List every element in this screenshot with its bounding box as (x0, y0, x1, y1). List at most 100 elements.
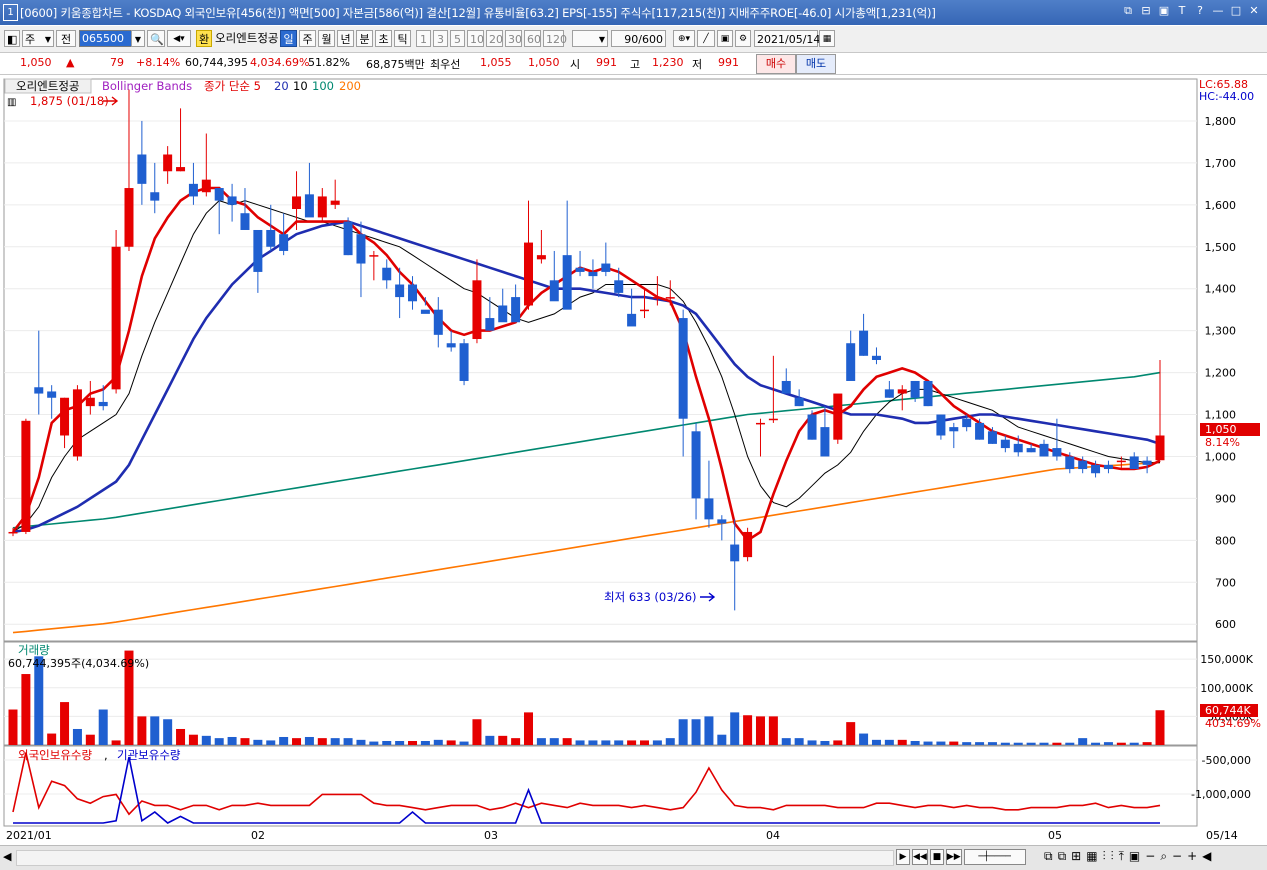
interval-120[interactable]: 120 (543, 30, 567, 47)
date-field[interactable]: 2021/05/14 (754, 30, 820, 47)
tab-period-초[interactable]: 초 (375, 30, 392, 47)
market-type-select[interactable]: 주 ▼ (22, 30, 54, 47)
hwan-button[interactable]: 환 (196, 30, 212, 47)
window-control-4-icon[interactable]: ? (1193, 4, 1207, 18)
crosshair-icon[interactable]: ⊕▾ (673, 30, 695, 47)
candle-body (755, 422, 765, 425)
candle-body (8, 531, 18, 534)
volume-bar (266, 740, 276, 745)
interval-60[interactable]: 60 (524, 30, 541, 47)
min-annotation: 최저 633 (03/26) (604, 590, 697, 604)
stop-icon[interactable]: ■ (929, 849, 944, 865)
volume-bar (446, 740, 456, 745)
tab-period-년[interactable]: 년 (337, 30, 354, 47)
search-icon[interactable]: 🔍 (147, 30, 165, 47)
fast-forward-icon[interactable]: ▶▶ (945, 849, 962, 865)
image-icon[interactable]: ▣ (717, 30, 733, 47)
tab-period-주[interactable]: 주 (299, 30, 316, 47)
window-control-6-icon[interactable]: □ (1229, 4, 1243, 18)
tab-period-일[interactable]: 일 (280, 30, 297, 47)
chart-type-icon[interactable]: ◧ (4, 30, 20, 47)
candle-body (665, 297, 675, 299)
chart-view-icon[interactable]: ▦ (1086, 849, 1097, 864)
buy-button[interactable]: 매수 (756, 54, 796, 74)
volume-bar (1026, 742, 1036, 745)
volume-bar (1000, 742, 1010, 745)
horizontal-scrollbar[interactable] (16, 850, 894, 866)
tab-period-틱[interactable]: 틱 (394, 30, 411, 47)
candle-body (949, 427, 959, 432)
capture-icon[interactable]: ▣ (1129, 849, 1140, 864)
interval-select[interactable]: ▼ (572, 30, 608, 47)
sell-button[interactable]: 매도 (796, 54, 836, 74)
scroll-right-icon[interactable]: ◀ (1202, 849, 1211, 864)
code-dropdown-icon[interactable]: ▼ (131, 30, 145, 47)
foreign-holdings-label: 외국인보유수량 (18, 748, 92, 762)
plus-icon[interactable]: + (1187, 849, 1197, 864)
prefix-button[interactable]: 전 (56, 30, 76, 47)
gear-icon[interactable]: ⚙ (735, 30, 751, 47)
candle-body (85, 397, 95, 407)
current-volume-pct: 4034.69% (1205, 717, 1261, 730)
interval-5[interactable]: 5 (450, 30, 465, 47)
candle-body (214, 188, 224, 201)
volume-bar (639, 740, 649, 745)
paste-icon[interactable]: ⧉ (1058, 849, 1067, 864)
volume-bar (536, 738, 546, 745)
minus-icon[interactable]: − (1172, 849, 1182, 864)
draw-line-icon[interactable]: ╱ (697, 30, 715, 47)
calendar-icon[interactable]: ▦ (819, 30, 835, 47)
scale-icon[interactable]: ▥ (7, 97, 16, 108)
tab-period-분[interactable]: 분 (356, 30, 373, 47)
volume-bar (85, 734, 95, 745)
layout-icon[interactable]: ⊞ (1071, 849, 1081, 864)
candle-body (446, 343, 456, 348)
window-control-3-icon[interactable]: T (1175, 4, 1189, 18)
volume-bar (588, 740, 598, 745)
search-icon[interactable]: ⌕ (1160, 849, 1167, 864)
chevron-down-icon: ▼ (44, 35, 51, 44)
candle-body (652, 297, 662, 299)
window-control-1-icon[interactable]: ⊟ (1139, 4, 1153, 18)
window-control-7-icon[interactable]: ✕ (1247, 4, 1261, 18)
indicator-icon[interactable]: ⫶ (1103, 849, 1106, 864)
count-field[interactable]: 90/600 (611, 30, 666, 47)
interval-1[interactable]: 1 (416, 30, 431, 47)
zoom-slider[interactable]: ─┼──── (963, 849, 1026, 865)
export-icon[interactable]: ⤒ (1119, 849, 1124, 864)
tab-period-월[interactable]: 월 (318, 30, 335, 47)
chevron-down-icon: ▼ (598, 35, 605, 44)
volume-tick-label: 150,000K (1200, 653, 1253, 666)
candle-body (498, 305, 508, 323)
compare-icon[interactable]: ⫶ (1111, 849, 1114, 864)
window-control-0-icon[interactable]: ⧉ (1121, 4, 1135, 18)
speaker-icon[interactable]: ◀▾ (167, 30, 191, 47)
copy-icon[interactable]: ⧉ (1044, 849, 1053, 864)
candle-body (459, 343, 469, 381)
volume-bar (730, 712, 740, 745)
interval-30[interactable]: 30 (505, 30, 522, 47)
window-number[interactable]: 1 (3, 4, 18, 21)
chart-options: ⧉ ⧉ ⊞ ▦ ⫶ ⫶ ⤒ ▣ − ⌕ − + ◀ (1044, 849, 1211, 864)
interval-20[interactable]: 20 (486, 30, 503, 47)
volume-bar (846, 722, 856, 745)
change-pct: +8.14% (136, 56, 181, 69)
interval-10[interactable]: 10 (467, 30, 484, 47)
volume-pct: 4,034.69% (250, 56, 310, 69)
window-control-2-icon[interactable]: ▣ (1157, 4, 1171, 18)
chart-svg[interactable]: 600 700 800 900 1,000 1,100 1,200 1,300 1,400 1,5… (0, 75, 1267, 845)
scroll-left-icon[interactable]: ◀ (3, 850, 11, 863)
volume-bar (1155, 710, 1165, 745)
price-tick-label: 1,500 (1205, 241, 1237, 254)
rewind-icon[interactable]: ◀◀ (912, 849, 928, 865)
bid-value: 1,050 (528, 56, 560, 69)
window-control-5-icon[interactable]: — (1211, 4, 1225, 18)
volume-bar (1078, 738, 1088, 745)
candle-body (691, 431, 701, 499)
candle-body (743, 531, 753, 558)
play-icon[interactable]: ▶ (896, 849, 910, 865)
interval-3[interactable]: 3 (433, 30, 448, 47)
chart-area[interactable]: 600 700 800 900 1,000 1,100 1,200 1,300 1,400 1,5… (0, 75, 1267, 845)
current-price-label: 1,050 (1205, 423, 1237, 436)
zoom-out-icon[interactable]: − (1145, 849, 1155, 864)
